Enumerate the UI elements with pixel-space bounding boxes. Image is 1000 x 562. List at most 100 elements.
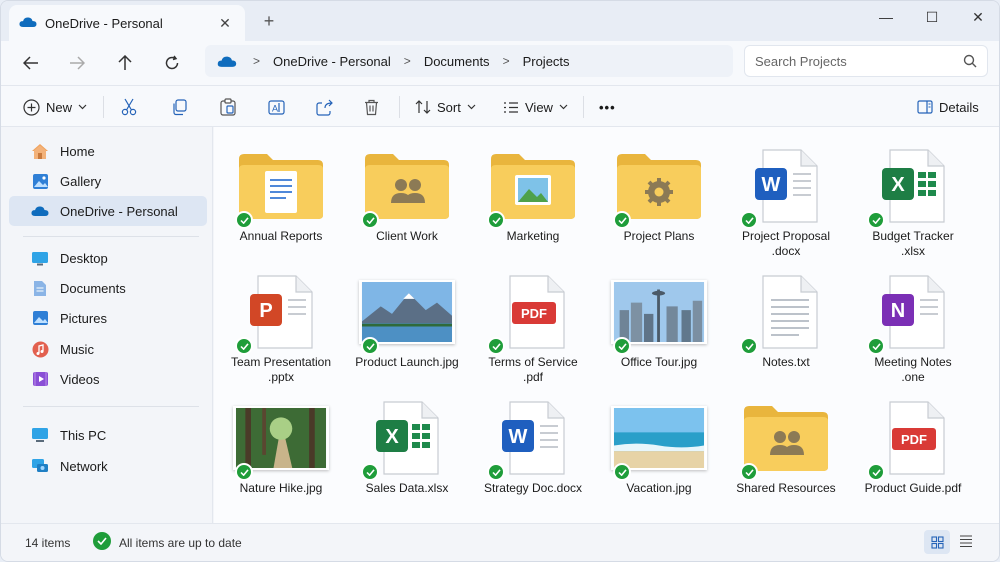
- onenote-icon: N: [863, 273, 963, 355]
- sidebar-item-label: Desktop: [60, 250, 108, 266]
- sort-icon: [415, 100, 431, 114]
- file-item[interactable]: Notes.txt: [723, 273, 849, 393]
- sidebar-item-documents[interactable]: Documents: [9, 273, 207, 303]
- grid-view-toggle[interactable]: [924, 530, 950, 554]
- file-item[interactable]: P Team Presentation .pptx: [218, 273, 344, 393]
- file-item[interactable]: Project Plans: [596, 147, 722, 267]
- file-name-line: Sales Data.xlsx: [365, 481, 449, 495]
- title-bar: OneDrive - Personal ✕ + — ☐ ✕: [1, 1, 999, 41]
- file-item[interactable]: W Project Proposal .docx: [723, 147, 849, 267]
- chevron-down-icon: [559, 104, 568, 110]
- sync-check-icon: [487, 463, 505, 481]
- new-button[interactable]: New: [23, 94, 87, 120]
- chevron-down-icon: [467, 104, 476, 110]
- tab-onedrive[interactable]: OneDrive - Personal ✕: [9, 5, 245, 41]
- details-button[interactable]: Details: [917, 94, 979, 120]
- view-label: View: [525, 99, 553, 115]
- maximize-button[interactable]: ☐: [909, 1, 955, 33]
- file-item[interactable]: Annual Reports: [218, 147, 344, 267]
- command-bar: New A Sort View ••• Details: [1, 85, 999, 127]
- close-tab-icon[interactable]: ✕: [215, 15, 235, 32]
- file-item[interactable]: PDF Product Guide.pdf: [850, 399, 976, 519]
- sidebar-item-home[interactable]: Home: [9, 136, 207, 166]
- file-item[interactable]: Office Tour.jpg: [596, 273, 722, 393]
- sidebar-item-desktop[interactable]: Desktop: [9, 243, 207, 273]
- up-button[interactable]: [111, 51, 139, 75]
- paste-icon: [220, 98, 236, 116]
- file-item[interactable]: Client Work: [344, 147, 470, 267]
- delete-button[interactable]: [364, 94, 379, 120]
- forward-button[interactable]: [63, 51, 91, 75]
- svg-text:N: N: [891, 300, 905, 322]
- close-window-button[interactable]: ✕: [955, 1, 999, 33]
- copy-icon: [173, 98, 187, 115]
- search-input[interactable]: Search Projects: [744, 45, 988, 77]
- file-extension-line: .one: [901, 370, 925, 384]
- file-name-line: Notes.txt: [762, 355, 810, 369]
- breadcrumb-separator: >: [403, 54, 411, 68]
- file-item[interactable]: Nature Hike.jpg: [218, 399, 344, 519]
- sidebar-item-label: Gallery: [60, 173, 102, 189]
- sidebar-item-network[interactable]: Network: [9, 451, 207, 481]
- refresh-icon: [165, 55, 179, 70]
- sidebar-item-label: Videos: [60, 371, 100, 387]
- file-item[interactable]: Vacation.jpg: [596, 399, 722, 519]
- sidebar-item-videos[interactable]: Videos: [9, 364, 207, 394]
- file-item[interactable]: Product Launch.jpg: [344, 273, 470, 393]
- breadcrumb-onedrive[interactable]: OneDrive - Personal: [273, 54, 391, 69]
- file-item[interactable]: Marketing: [470, 147, 596, 267]
- file-name: Office Tour.jpg: [621, 355, 697, 370]
- view-button[interactable]: View: [503, 94, 568, 120]
- list-view-toggle[interactable]: [959, 534, 973, 548]
- navigation-bar: > OneDrive - Personal > Documents > Proj…: [1, 41, 999, 85]
- refresh-button[interactable]: [158, 51, 186, 75]
- more-options-button[interactable]: •••: [599, 94, 616, 120]
- file-name-line: Product Launch.jpg: [355, 355, 459, 369]
- file-item[interactable]: Shared Resources: [723, 399, 849, 519]
- new-tab-button[interactable]: +: [257, 11, 281, 32]
- file-name: Project Proposal .docx: [742, 229, 830, 259]
- file-item[interactable]: W Strategy Doc.docx: [470, 399, 596, 519]
- file-name: Sales Data.xlsx: [366, 481, 449, 496]
- svg-text:X: X: [891, 174, 905, 196]
- file-name: Shared Resources: [736, 481, 835, 496]
- desktop-icon: [31, 249, 49, 267]
- paste-button[interactable]: [220, 94, 236, 120]
- file-name-line: Marketing: [506, 229, 560, 243]
- sync-status: All items are up to date: [119, 536, 242, 550]
- pictures-icon: [31, 309, 49, 327]
- sort-button[interactable]: Sort: [415, 94, 476, 120]
- sidebar-item-pictures[interactable]: Pictures: [9, 303, 207, 333]
- breadcrumb-separator: >: [253, 54, 261, 68]
- breadcrumb-documents[interactable]: Documents: [424, 54, 490, 69]
- breadcrumb-projects[interactable]: Projects: [523, 54, 570, 69]
- music-icon: [31, 340, 49, 358]
- list-view-icon: [960, 535, 972, 548]
- cut-button[interactable]: [121, 94, 137, 120]
- sidebar-item-this-pc[interactable]: This PC: [9, 420, 207, 450]
- file-item[interactable]: X Budget Tracker .xlsx: [850, 147, 976, 267]
- address-bar[interactable]: > OneDrive - Personal > Documents > Proj…: [205, 45, 733, 77]
- sidebar-item-gallery[interactable]: Gallery: [9, 166, 207, 196]
- minimize-button[interactable]: —: [863, 1, 909, 33]
- details-label: Details: [939, 99, 979, 115]
- file-item[interactable]: X Sales Data.xlsx: [344, 399, 470, 519]
- copy-button[interactable]: [171, 94, 187, 120]
- file-item[interactable]: PDF Terms of Service .pdf: [470, 273, 596, 393]
- share-button[interactable]: [316, 94, 333, 120]
- onedrive-icon: [31, 202, 49, 220]
- tab-label: OneDrive - Personal: [45, 15, 163, 31]
- sidebar-item-music[interactable]: Music: [9, 334, 207, 364]
- documents-icon: [31, 279, 49, 297]
- rename-button[interactable]: A: [268, 94, 285, 120]
- rename-icon: A: [268, 99, 285, 115]
- sync-check-icon: [867, 337, 885, 355]
- onedrive-icon: [217, 55, 237, 68]
- item-count: 14 items: [25, 536, 71, 550]
- file-name-line: Project Plans: [623, 229, 695, 243]
- sidebar-item-onedrive[interactable]: OneDrive - Personal: [9, 196, 207, 226]
- back-button[interactable]: [17, 51, 45, 75]
- sync-check-icon: [361, 211, 379, 229]
- search-placeholder: Search Projects: [755, 53, 847, 69]
- file-item[interactable]: N Meeting Notes .one: [850, 273, 976, 393]
